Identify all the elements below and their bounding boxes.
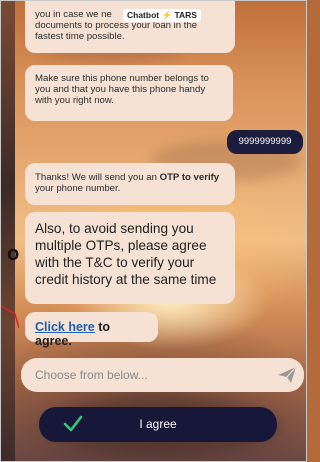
- bot-message: Also, to avoid sending you multiple OTPs…: [25, 212, 235, 304]
- bot-message: you in case we ne documents to process y…: [25, 1, 235, 53]
- message-input-bar: [21, 358, 304, 392]
- message-text: Make sure this phone number belongs to y…: [35, 73, 209, 106]
- i-agree-button[interactable]: I agree: [39, 407, 277, 442]
- chip-brand: TARS: [174, 10, 197, 20]
- i-agree-label: I agree: [139, 417, 177, 431]
- chat-input[interactable]: [35, 366, 265, 384]
- lightning-icon: ⚡: [161, 10, 173, 20]
- message-bold-text: OTP to verify: [159, 172, 220, 183]
- message-text: Thanks! We will send you an: [35, 172, 160, 183]
- chat-window: o you in case we ne documents to process…: [0, 0, 307, 462]
- user-message: 9999999999: [227, 130, 303, 154]
- background-red-line: [1, 305, 19, 329]
- click-here-link[interactable]: Click here: [35, 320, 95, 334]
- chip-label: Chatbot: [127, 10, 160, 20]
- message-text: Also, to avoid sending you multiple OTPs…: [35, 221, 217, 287]
- bot-message: Thanks! We will send you an OTP to verif…: [25, 163, 235, 205]
- bot-message: Click here to agree.: [25, 312, 158, 348]
- message-text: your phone number.: [35, 183, 121, 194]
- message-text-line: fastest time possible.: [35, 31, 125, 42]
- background-page-text: o: [7, 243, 20, 265]
- bot-message: Make sure this phone number belongs to y…: [25, 65, 233, 121]
- send-icon[interactable]: [277, 366, 297, 384]
- chatbot-chip: Chatbot ⚡ TARS: [123, 9, 201, 22]
- user-message-text: 9999999999: [238, 136, 292, 147]
- background-page-edge: [1, 1, 15, 461]
